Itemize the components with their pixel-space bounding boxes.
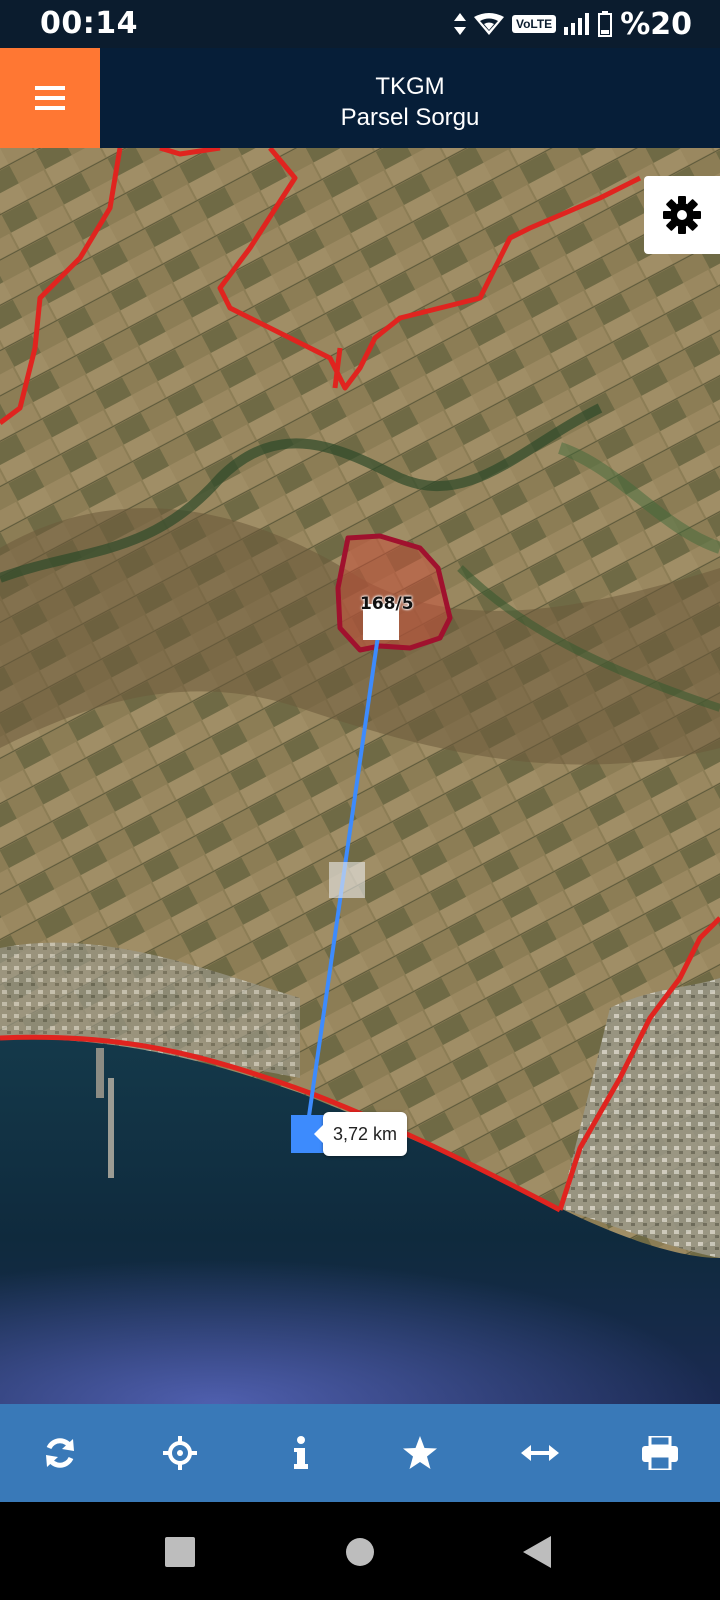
map-imagery (0, 148, 720, 1404)
parcel-number-label: 168/5 (360, 594, 414, 614)
print-button[interactable] (610, 1404, 710, 1502)
app-title: TKGM (375, 73, 445, 100)
data-arrows-icon (453, 13, 466, 35)
favorites-button[interactable] (370, 1404, 470, 1502)
locate-button[interactable] (130, 1404, 230, 1502)
star-icon (403, 1436, 437, 1469)
battery-percent: %20 (620, 6, 692, 42)
status-bar: 00:14 VoLTE %20 (0, 0, 720, 48)
distance-tooltip: 3,72 km (313, 1112, 408, 1156)
satellite-map[interactable]: 168/5 3,72 km (0, 148, 720, 1404)
info-icon (294, 1436, 308, 1469)
measure-midpoint-marker[interactable] (329, 862, 365, 898)
status-time: 00:14 (40, 6, 138, 41)
recent-apps-button[interactable] (165, 1537, 195, 1567)
gear-icon (663, 196, 701, 234)
refresh-button[interactable] (10, 1404, 110, 1502)
hamburger-menu-icon (35, 86, 65, 90)
status-icons: VoLTE %20 (453, 6, 692, 42)
back-button[interactable] (523, 1536, 551, 1568)
info-button[interactable] (250, 1404, 350, 1502)
signal-icon (564, 13, 590, 35)
crosshair-icon (163, 1436, 197, 1470)
bottom-toolbar (0, 1404, 720, 1502)
system-nav-bar (0, 1502, 720, 1600)
horizontal-arrows-icon (521, 1445, 559, 1461)
refresh-icon (46, 1438, 74, 1468)
print-icon (642, 1436, 678, 1470)
menu-button[interactable] (0, 48, 100, 148)
home-button[interactable] (346, 1538, 374, 1566)
app-header: TKGM Parsel Sorgu (0, 48, 720, 148)
wifi-icon (473, 13, 504, 35)
header-titles: TKGM Parsel Sorgu (100, 48, 720, 148)
app-subtitle: Parsel Sorgu (340, 104, 480, 131)
battery-icon (598, 11, 613, 37)
measure-button[interactable] (490, 1404, 590, 1502)
settings-button[interactable] (644, 176, 720, 254)
volte-badge: VoLTE (511, 15, 557, 33)
